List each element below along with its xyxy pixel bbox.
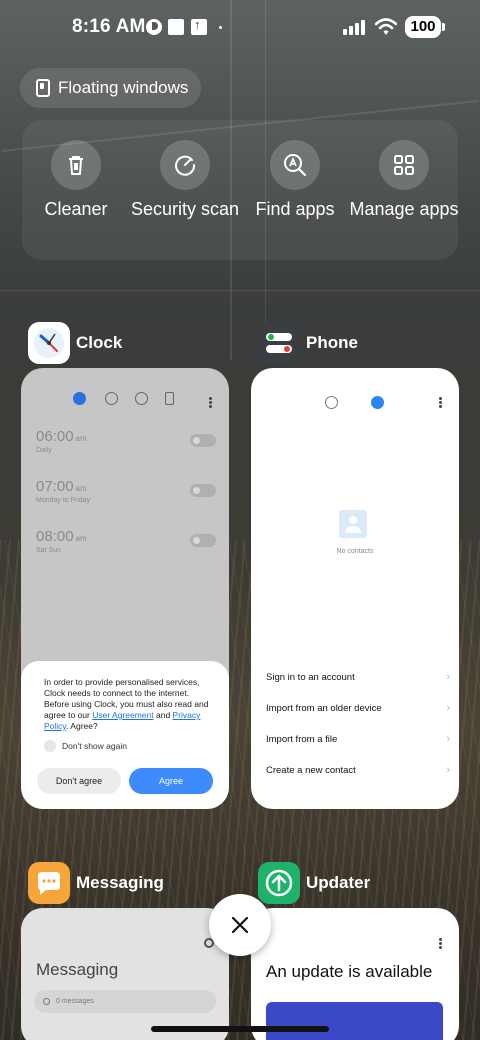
updater-app-icon [258, 862, 300, 904]
security-scan-icon [160, 140, 210, 190]
phone-app-name: Phone [306, 333, 358, 352]
messaging-recent-card[interactable]: Messaging 0 messages [21, 908, 229, 1040]
updater-app-header[interactable]: Updater [258, 862, 370, 904]
import-older-device-item[interactable]: Import from an older device › [266, 702, 450, 714]
floating-windows-label: Floating windows [58, 78, 189, 97]
world-clock-tab-icon[interactable] [105, 392, 118, 405]
alarm-repeat: Daily [36, 447, 52, 454]
dont-agree-button[interactable]: Don't agree [37, 768, 121, 794]
more-options-icon[interactable] [439, 938, 442, 949]
messaging-title: Messaging [36, 960, 119, 979]
more-options-icon[interactable] [439, 397, 442, 408]
more-options-icon[interactable] [209, 397, 212, 408]
clock-app-icon [28, 322, 70, 364]
manage-apps-label: Manage apps [349, 199, 459, 219]
clock-recent-card[interactable]: 06:00 am Daily 07:00 am Monday to Friday 0… [21, 368, 229, 809]
security-scan-button[interactable]: Security scan [130, 140, 240, 219]
find-apps-icon [270, 140, 320, 190]
alarm-row[interactable]: 08:00 am Sat Sun [36, 528, 216, 554]
clock-tab-bar [73, 392, 183, 406]
status-bar: 8:16 AM 100 [0, 0, 480, 56]
grid-icon [379, 140, 429, 190]
user-agreement-link[interactable]: User Agreement [92, 710, 153, 720]
create-contact-item[interactable]: Create a new contact › [266, 764, 450, 776]
phone-app-header[interactable]: Phone [258, 322, 358, 364]
phone-app-icon [258, 322, 300, 364]
data-saver-icon [146, 19, 162, 35]
chevron-right-icon: › [446, 702, 450, 714]
notification-square-icon [168, 19, 184, 35]
agree-button[interactable]: Agree [129, 768, 213, 794]
import-from-file-item[interactable]: Import from a file › [266, 733, 450, 745]
no-contacts-text: No contacts [336, 548, 374, 555]
trash-icon [51, 140, 101, 190]
clear-all-button[interactable] [209, 894, 271, 956]
floating-windows-button[interactable]: Floating windows [20, 68, 201, 108]
dont-show-again-checkbox[interactable]: Don't show again [44, 740, 127, 752]
quick-tools-panel: Cleaner Security scan Find apps Manage a… [21, 120, 459, 260]
home-gesture-bar[interactable] [151, 1026, 329, 1032]
empty-contacts-icon [339, 510, 367, 538]
alarm-time: 07:00 [36, 478, 74, 495]
alarm-toggle[interactable] [190, 484, 216, 497]
messaging-app-header[interactable]: Messaging [28, 862, 164, 904]
updater-app-name: Updater [306, 873, 371, 892]
alarm-ampm: am [75, 534, 87, 543]
contacts-tab-icon[interactable] [371, 396, 384, 409]
chevron-right-icon: › [446, 764, 450, 776]
cleaner-button[interactable]: Cleaner [21, 140, 131, 219]
alarm-time: 08:00 [36, 528, 74, 545]
status-time: 8:16 AM [72, 16, 146, 37]
sign-in-account-item[interactable]: Sign in to an account › [266, 671, 450, 683]
floating-window-icon [36, 79, 50, 97]
chevron-right-icon: › [446, 733, 450, 745]
privacy-dialog-text: In order to provide personalised service… [44, 677, 209, 731]
find-apps-label: Find apps [255, 199, 335, 219]
alarm-repeat: Monday to Friday [36, 497, 91, 504]
alarm-tab-icon[interactable] [73, 392, 86, 405]
messaging-app-icon [28, 862, 70, 904]
alarm-repeat: Sat Sun [36, 547, 61, 554]
security-scan-label: Security scan [130, 199, 240, 219]
more-notifications-dot-icon [219, 26, 222, 29]
alarm-row[interactable]: 06:00 am Daily [36, 428, 216, 454]
dont-show-again-label: Don't show again [62, 741, 127, 751]
signal-icon [343, 19, 369, 35]
find-apps-button[interactable]: Find apps [240, 140, 350, 219]
battery-indicator: 100 [405, 16, 445, 38]
recents-tab-icon[interactable] [325, 396, 338, 409]
timer-tab-icon[interactable] [165, 392, 174, 405]
update-available-title: An update is available [266, 962, 433, 981]
clock-app-header[interactable]: Clock [28, 322, 122, 364]
phone-recent-card[interactable]: No contacts Sign in to an account › Impor… [251, 368, 459, 809]
upload-icon [191, 17, 207, 35]
stopwatch-tab-icon[interactable] [135, 392, 148, 405]
update-banner-image [266, 1002, 443, 1040]
checkbox-circle [44, 740, 56, 752]
messages-search-input[interactable]: 0 messages [34, 990, 216, 1013]
alarm-time: 06:00 [36, 428, 74, 445]
alarm-ampm: am [75, 484, 87, 493]
messaging-app-name: Messaging [76, 873, 164, 892]
privacy-dialog: In order to provide personalised service… [21, 661, 229, 809]
wifi-icon [375, 18, 397, 35]
chevron-right-icon: › [446, 671, 450, 683]
alarm-row[interactable]: 07:00 am Monday to Friday [36, 478, 216, 504]
alarm-toggle[interactable] [190, 534, 216, 547]
alarm-ampm: am [75, 434, 87, 443]
alarm-toggle[interactable] [190, 434, 216, 447]
cleaner-label: Cleaner [44, 199, 108, 219]
manage-apps-button[interactable]: Manage apps [349, 140, 459, 219]
clock-app-name: Clock [76, 333, 123, 352]
updater-recent-card[interactable]: An update is available [251, 908, 459, 1040]
close-icon [231, 916, 249, 934]
